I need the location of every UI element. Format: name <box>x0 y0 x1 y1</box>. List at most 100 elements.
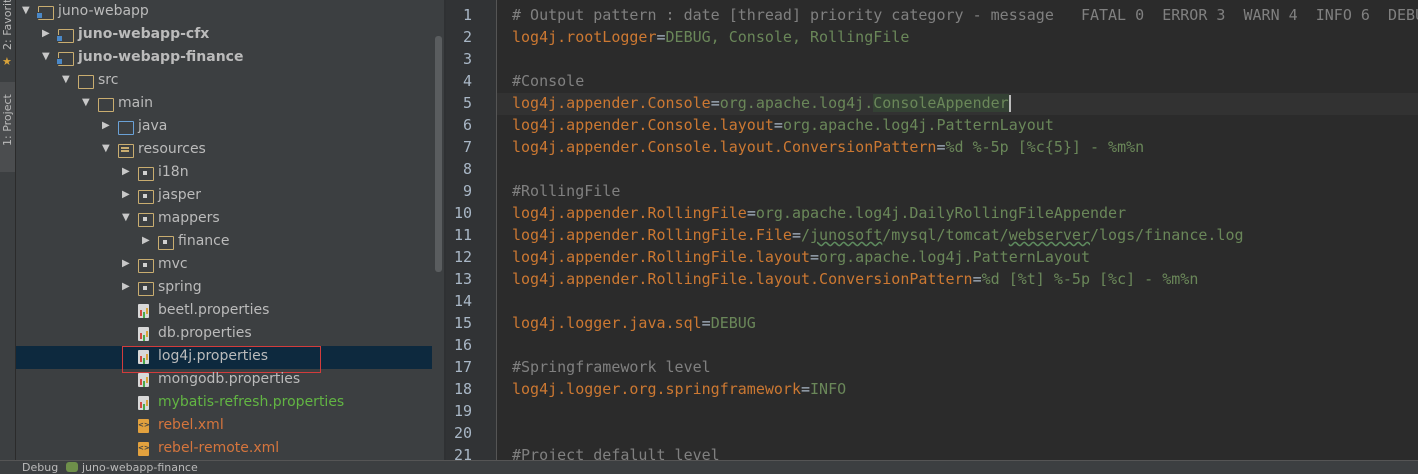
code-token: log4j.appender.Console <box>512 94 711 112</box>
code-line[interactable]: #Console <box>512 72 584 90</box>
code-line[interactable]: log4j.appender.Console.layout=org.apache… <box>512 116 1054 134</box>
debug-config-icon <box>66 462 78 472</box>
code-token: = <box>710 94 720 112</box>
collapse-arrow-icon[interactable]: ▼ <box>42 51 52 62</box>
code-token: #RollingFile <box>512 182 621 200</box>
tree-node[interactable]: ▼ resources <box>16 139 432 162</box>
code-line[interactable]: log4j.rootLogger=DEBUG, Console, Rolling… <box>512 28 909 46</box>
project-tree: ▼ juno-webapp ▶ juno-webapp-cfx ▼ juno-webapp… <box>16 0 444 460</box>
line-number: 15 <box>453 314 472 332</box>
folder-blue-icon <box>118 121 134 135</box>
line-number: 11 <box>453 226 472 244</box>
expand-arrow-icon[interactable]: ▶ <box>42 28 52 39</box>
code-token: log4j.appender.RollingFile <box>512 204 747 222</box>
favorites-tab-label: 2: Favorites <box>1 0 14 50</box>
line-number: 17 <box>453 358 472 376</box>
tree-node-label: db.properties <box>158 325 252 341</box>
tree-node-label: spring <box>158 279 202 295</box>
line-number: 7 <box>462 138 472 156</box>
code-token: webserver <box>1008 226 1090 244</box>
code-token: = <box>773 116 783 134</box>
tree-node[interactable]: ▶ juno-webapp-cfx <box>16 24 432 47</box>
code-line[interactable]: log4j.logger.org.springframework=INFO <box>512 380 846 398</box>
tree-node[interactable]: ▼ juno-webapp-finance <box>16 47 432 70</box>
debug-tab-label[interactable]: Debug <box>22 461 58 474</box>
folder-pkg-icon <box>138 282 154 296</box>
line-number: 10 <box>453 204 472 222</box>
code-line[interactable]: log4j.appender.RollingFile=org.apache.lo… <box>512 204 1126 222</box>
tree-node[interactable]: rebel.xml <box>16 415 432 438</box>
tree-node[interactable]: ▶ mvc <box>16 254 432 277</box>
tree-node[interactable]: ▶ i18n <box>16 162 432 185</box>
code-token: /logs/finance.log <box>1090 226 1244 244</box>
expand-arrow-icon[interactable]: ▶ <box>122 189 132 200</box>
expand-arrow-icon[interactable]: ▶ <box>102 120 112 131</box>
tree-node[interactable]: ▶ java <box>16 116 432 139</box>
status-bar: Debug juno-webapp-finance <box>0 460 1418 474</box>
tree-node[interactable]: log4j.properties <box>16 346 432 373</box>
folder-pkg-icon <box>138 190 154 204</box>
collapse-arrow-icon[interactable]: ▼ <box>62 74 72 85</box>
folder-pkg-icon <box>138 213 154 227</box>
tree-node[interactable]: ▶ finance <box>16 231 432 254</box>
code-line[interactable]: log4j.appender.RollingFile.layout.Conver… <box>512 270 1198 288</box>
tree-node[interactable]: ▶ spring <box>16 277 432 300</box>
code-token: org.apache.log4j.PatternLayout <box>782 116 1054 134</box>
collapse-arrow-icon[interactable]: ▼ <box>22 5 32 16</box>
collapse-arrow-icon[interactable]: ▼ <box>122 212 132 223</box>
tree-node[interactable]: mybatis-refresh.properties <box>16 392 432 415</box>
code-line[interactable]: log4j.appender.Console=org.apache.log4j.… <box>512 94 1011 112</box>
code-line[interactable]: #Springframework level <box>512 358 711 376</box>
line-number: 13 <box>453 270 472 288</box>
tree-node-label: jasper <box>158 187 202 203</box>
tree-node[interactable]: ▼ main <box>16 93 432 116</box>
collapse-arrow-icon[interactable]: ▼ <box>102 143 112 154</box>
code-token: log4j.appender.Console.layout <box>512 116 774 134</box>
tree-node[interactable]: beetl.properties <box>16 300 432 323</box>
expand-arrow-icon[interactable]: ▶ <box>142 235 152 246</box>
tree-node-label: finance <box>178 233 230 249</box>
code-token: log4j.rootLogger <box>512 28 657 46</box>
code-line[interactable]: log4j.appender.RollingFile.layout=org.ap… <box>512 248 1090 266</box>
expand-arrow-icon[interactable]: ▶ <box>122 166 132 177</box>
tree-node-label: main <box>118 95 153 111</box>
line-number: 9 <box>462 182 472 200</box>
tree-node[interactable]: db.properties <box>16 323 432 346</box>
tree-node-label: java <box>138 118 168 134</box>
tree-node[interactable]: ▶ jasper <box>16 185 432 208</box>
project-tool-tab[interactable]: 1: Project <box>0 82 15 172</box>
folder-res-icon <box>118 144 134 158</box>
line-number: 16 <box>453 336 472 354</box>
code-line[interactable]: log4j.appender.Console.layout.Conversion… <box>512 138 1144 156</box>
code-token: log4j.logger.java.sql <box>512 314 702 332</box>
favorites-tool-tab[interactable]: 2: Favorites ★ <box>0 0 15 68</box>
code-line[interactable]: log4j.appender.RollingFile.File=/junosof… <box>512 226 1244 244</box>
code-token: INFO <box>810 380 847 398</box>
tree-node[interactable]: rebel-remote.xml <box>16 438 432 460</box>
code-line[interactable]: log4j.logger.java.sql=DEBUG <box>512 314 756 332</box>
xmlfile-icon <box>138 442 150 456</box>
propfile-icon <box>138 327 149 341</box>
expand-arrow-icon[interactable]: ▶ <box>122 258 132 269</box>
tree-node[interactable]: ▼ juno-webapp <box>16 1 432 24</box>
code-line[interactable]: #RollingFile <box>512 182 620 200</box>
run-config-name[interactable]: juno-webapp-finance <box>82 461 198 474</box>
propfile-icon <box>138 304 149 318</box>
tree-node-label: resources <box>138 141 206 157</box>
tree-node[interactable]: mongodb.properties <box>16 369 432 392</box>
code-token: = <box>810 248 820 266</box>
propfile-icon <box>138 373 149 387</box>
tree-scrollbar[interactable] <box>435 36 442 272</box>
folder-pkg-icon <box>138 167 154 181</box>
code-token: log4j.appender.RollingFile.File <box>512 226 792 244</box>
code-token: %d %-5p [%c{5}] - %m%n <box>945 138 1145 156</box>
code-token: org.apache.log4j. <box>719 94 874 112</box>
code-line[interactable]: # Output pattern : date [thread] priorit… <box>512 6 1418 24</box>
expand-arrow-icon[interactable]: ▶ <box>122 281 132 292</box>
tree-node-label: mybatis-refresh.properties <box>158 394 345 410</box>
code-token: / <box>801 226 811 244</box>
tree-node-label: mvc <box>158 256 188 272</box>
tree-node[interactable]: ▼ mappers <box>16 208 432 231</box>
tree-node[interactable]: ▼ src <box>16 70 432 93</box>
collapse-arrow-icon[interactable]: ▼ <box>82 97 92 108</box>
